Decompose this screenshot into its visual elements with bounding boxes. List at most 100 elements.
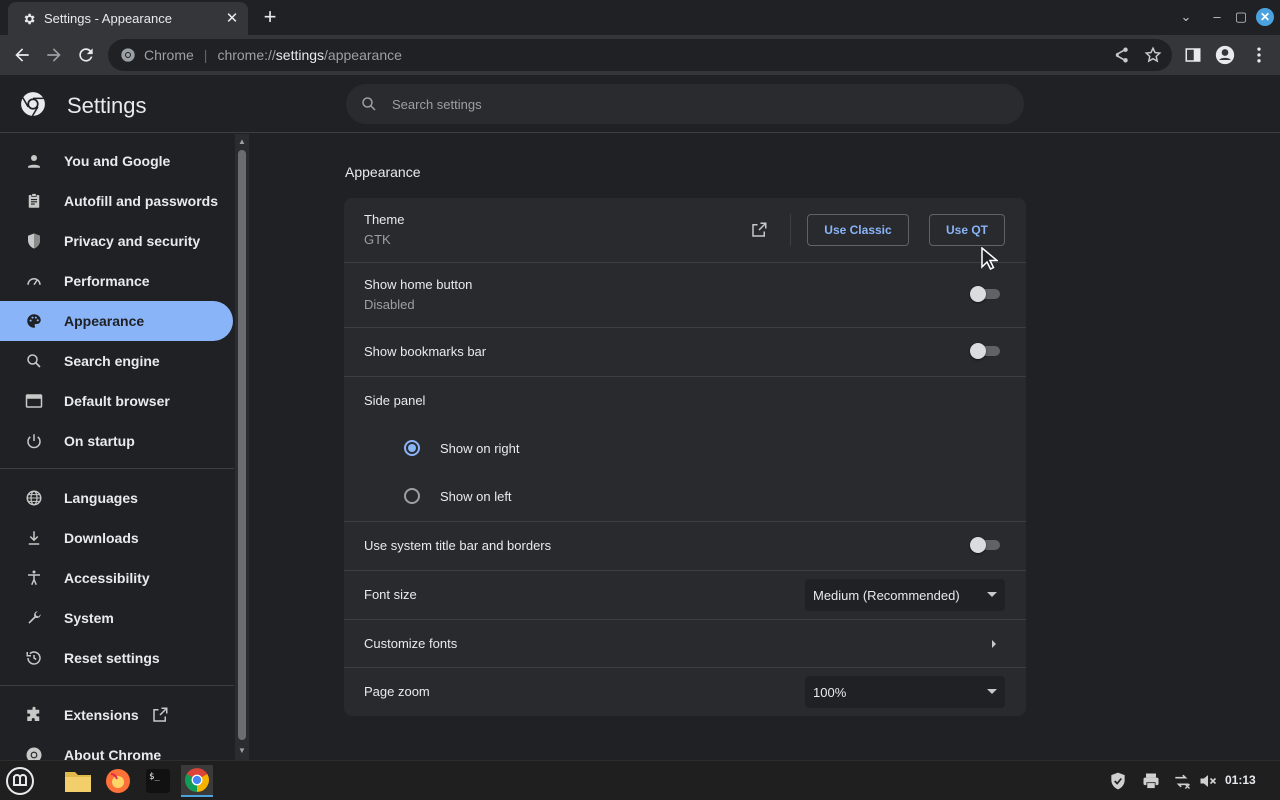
sidebar-item-reset-settings[interactable]: Reset settings: [0, 638, 233, 678]
forward-arrow-icon[interactable]: [44, 45, 64, 65]
clock[interactable]: 01:13: [1225, 773, 1256, 787]
taskbar: $_ 01:13: [0, 760, 1280, 800]
address-bar[interactable]: Chrome | chrome://settings/appearance: [108, 39, 1172, 71]
puzzle-icon: [24, 705, 44, 725]
tab-title: Settings - Appearance: [44, 11, 172, 26]
bookmark-star-icon[interactable]: [1144, 46, 1162, 64]
chrome-taskbar-icon[interactable]: [181, 765, 213, 797]
scrollbar-thumb[interactable]: [238, 150, 246, 740]
printer-icon[interactable]: [1141, 771, 1161, 791]
show-on-right-radio[interactable]: [404, 440, 420, 456]
sidebar-item-label: Privacy and security: [64, 233, 201, 249]
show-on-left-label[interactable]: Show on left: [440, 489, 512, 504]
network-disconnected-icon[interactable]: [1172, 771, 1192, 791]
share-icon[interactable]: [1112, 46, 1130, 64]
mouse-cursor-icon: [981, 247, 998, 271]
sidebar-item-downloads[interactable]: Downloads: [0, 518, 233, 558]
sidebar-item-extensions[interactable]: Extensions: [0, 695, 233, 735]
use-qt-button[interactable]: Use QT: [929, 214, 1005, 246]
chrome-icon: [24, 745, 44, 760]
maximize-icon[interactable]: ▢: [1232, 8, 1250, 26]
svg-text:$_: $_: [149, 772, 160, 782]
sidebar-item-you-and-google[interactable]: You and Google: [0, 141, 233, 181]
omnibox-separator: |: [203, 47, 208, 63]
mint-menu-icon[interactable]: [4, 765, 36, 797]
side-panel-icon[interactable]: [1184, 46, 1202, 64]
person-icon: [24, 151, 44, 171]
minimize-icon[interactable]: –: [1208, 8, 1226, 26]
sidebar-item-label: You and Google: [64, 153, 171, 169]
sidebar-item-default-browser[interactable]: Default browser: [0, 381, 233, 421]
sidebar-item-search-engine[interactable]: Search engine: [0, 341, 233, 381]
scroll-up-icon[interactable]: ▲: [237, 137, 247, 147]
sidebar-item-performance[interactable]: Performance: [0, 261, 233, 301]
appearance-card: Theme GTK Use Classic Use QT Show home b…: [344, 198, 1026, 716]
sidebar-item-label: Extensions: [64, 707, 139, 723]
sidebar-scrollbar[interactable]: ▲ ▼: [235, 134, 249, 760]
search-input[interactable]: [392, 96, 952, 112]
show-on-left-radio[interactable]: [404, 488, 420, 504]
sidebar-item-label: Appearance: [64, 313, 145, 329]
new-tab-button[interactable]: +: [260, 6, 280, 28]
window-close-icon[interactable]: ✕: [1256, 8, 1274, 26]
reload-icon[interactable]: [76, 45, 96, 65]
close-tab-icon[interactable]: ✕: [224, 10, 240, 27]
shield-icon: [24, 231, 44, 251]
back-arrow-icon[interactable]: [12, 45, 32, 65]
sidebar-item-accessibility[interactable]: Accessibility: [0, 558, 233, 598]
page-zoom-select[interactable]: 100%: [805, 676, 1005, 708]
sidebar-item-label: System: [64, 610, 114, 626]
tab-settings[interactable]: Settings - Appearance ✕: [8, 2, 248, 35]
show-on-right-label[interactable]: Show on right: [440, 441, 520, 456]
open-in-new-icon[interactable]: [750, 221, 768, 239]
accessibility-icon: [24, 568, 44, 588]
sidebar-item-about-chrome[interactable]: About Chrome: [0, 735, 233, 760]
page-zoom-label: Page zoom: [364, 684, 430, 699]
url-host: settings: [275, 47, 325, 63]
use-classic-button[interactable]: Use Classic: [807, 214, 909, 246]
volume-muted-icon[interactable]: [1198, 771, 1218, 791]
chevron-right-icon: [992, 640, 996, 648]
files-icon[interactable]: [62, 765, 94, 797]
profile-icon[interactable]: [1215, 45, 1235, 65]
more-menu-icon[interactable]: [1249, 45, 1269, 65]
sidebar-item-privacy[interactable]: Privacy and security: [0, 221, 233, 261]
customize-fonts-row[interactable]: Customize fonts: [344, 620, 1026, 668]
sidebar-item-languages[interactable]: Languages: [0, 478, 233, 518]
url-path: /appearance: [324, 47, 402, 63]
sidebar-item-on-startup[interactable]: On startup: [0, 421, 233, 461]
home-button-row: Show home button Disabled: [344, 263, 1026, 328]
browser-icon: [24, 391, 44, 411]
sidebar-item-label: Languages: [64, 490, 138, 506]
home-button-toggle[interactable]: [970, 286, 1002, 302]
page-zoom-value: 100%: [813, 684, 847, 700]
browser-toolbar: Chrome | chrome://settings/appearance: [0, 35, 1280, 75]
system-title-bar-label: Use system title bar and borders: [364, 538, 552, 553]
gear-icon: [24, 13, 35, 24]
system-title-bar-row: Use system title bar and borders: [344, 522, 1026, 571]
sidebar-item-system[interactable]: System: [0, 598, 233, 638]
tab-search-icon[interactable]: ⌄: [1177, 8, 1195, 26]
sidebar-item-appearance[interactable]: Appearance: [0, 301, 233, 341]
customize-fonts-label[interactable]: Customize fonts: [364, 636, 457, 651]
theme-label: Theme: [364, 212, 405, 227]
terminal-icon[interactable]: $_: [142, 765, 174, 797]
clipboard-icon: [24, 191, 44, 211]
history-icon: [24, 648, 44, 668]
settings-header: Settings: [0, 75, 1280, 133]
sidebar-item-label: On startup: [64, 433, 135, 449]
chrome-logo-icon: [21, 92, 45, 117]
bookmarks-bar-label: Show bookmarks bar: [364, 344, 487, 359]
theme-value: GTK: [364, 232, 391, 247]
wrench-icon: [24, 608, 44, 628]
bookmarks-bar-toggle[interactable]: [970, 343, 1002, 359]
globe-icon: [24, 488, 44, 508]
font-size-select[interactable]: Medium (Recommended): [805, 579, 1005, 611]
sidebar-item-autofill[interactable]: Autofill and passwords: [0, 181, 233, 221]
section-title: Appearance: [345, 164, 421, 180]
scroll-down-icon[interactable]: ▼: [237, 746, 247, 756]
firefox-icon[interactable]: [102, 765, 134, 797]
system-title-bar-toggle[interactable]: [970, 537, 1002, 553]
search-box[interactable]: [346, 84, 1024, 124]
shield-tray-icon[interactable]: [1108, 771, 1128, 791]
